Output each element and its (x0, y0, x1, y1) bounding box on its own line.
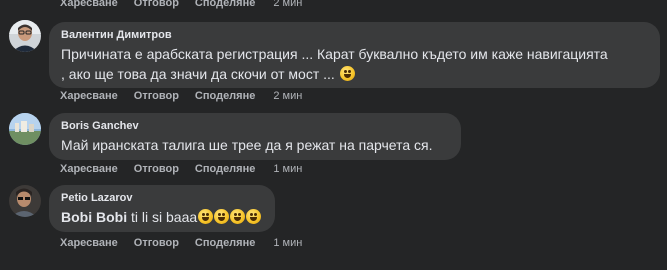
mentioned-user[interactable]: Bobi Bobi (61, 209, 127, 225)
comment-timestamp[interactable]: 1 мин (273, 237, 302, 249)
reply-button[interactable]: Отговор (134, 237, 179, 249)
comment-text: Bobi Bobi ti li si baaa (61, 207, 263, 227)
grinning-emoji-icon (246, 209, 262, 224)
share-button[interactable]: Споделяне (195, 237, 255, 249)
comment-text-line1: Причината е арабската регистрация ... Ка… (61, 46, 608, 62)
top-comment-actions: Харесване Отговор Споделяне 2 мин (60, 0, 302, 9)
comment-text: Май иранската талига ше трее да я режат … (61, 137, 433, 153)
author-name[interactable]: Petio Lazarov (61, 192, 263, 204)
comment-bubble: Boris Ganchev Май иранската талига ше тр… (49, 113, 461, 160)
author-name[interactable]: Boris Ganchev (61, 120, 449, 132)
like-button[interactable] (60, 258, 63, 270)
like-button[interactable]: Харесване (60, 163, 118, 175)
share-button[interactable]: Споделяне (195, 0, 255, 9)
comment-text-rest: ti li si baaa (127, 209, 198, 225)
like-button[interactable]: Харесване (60, 0, 118, 9)
comment-actions: Харесване Отговор Споделяне 2 мин (60, 90, 302, 102)
like-button[interactable]: Харесване (60, 237, 118, 249)
comment-bubble: Валентин Димитров Причината е арабската … (49, 22, 660, 88)
share-button[interactable]: Споделяне (195, 163, 255, 175)
comment-bubble: Petio Lazarov Bobi Bobi ti li si baaa (49, 185, 275, 232)
grinning-emoji-icon (230, 209, 246, 224)
avatar[interactable] (9, 20, 41, 52)
comment-actions: Харесване Отговор Споделяне 1 мин (60, 163, 302, 175)
grinning-emoji-icon (198, 209, 214, 224)
comment-actions: Харесване Отговор Споделяне 1 мин (60, 237, 302, 249)
comment-timestamp[interactable]: 2 мин (273, 90, 302, 102)
avatar[interactable] (9, 113, 41, 145)
reply-button[interactable]: Отговор (134, 90, 179, 102)
reply-button[interactable]: Отговор (134, 0, 179, 9)
comment-timestamp[interactable]: 2 мин (273, 0, 302, 9)
comment-text-line2: , ако ще това да значи да скочи от мост … (61, 66, 335, 82)
comment-timestamp[interactable]: 1 мин (273, 163, 302, 175)
share-button[interactable]: Споделяне (195, 90, 255, 102)
comment-text: Причината е арабската регистрация ... Ка… (61, 44, 648, 84)
author-name[interactable]: Валентин Димитров (61, 29, 648, 41)
next-comment-actions-partial (60, 258, 79, 270)
avatar[interactable] (9, 185, 41, 217)
grinning-emoji-icon (214, 209, 230, 224)
laughing-emoji-icon (339, 66, 355, 81)
like-button[interactable]: Харесване (60, 90, 118, 102)
reply-button[interactable]: Отговор (134, 163, 179, 175)
